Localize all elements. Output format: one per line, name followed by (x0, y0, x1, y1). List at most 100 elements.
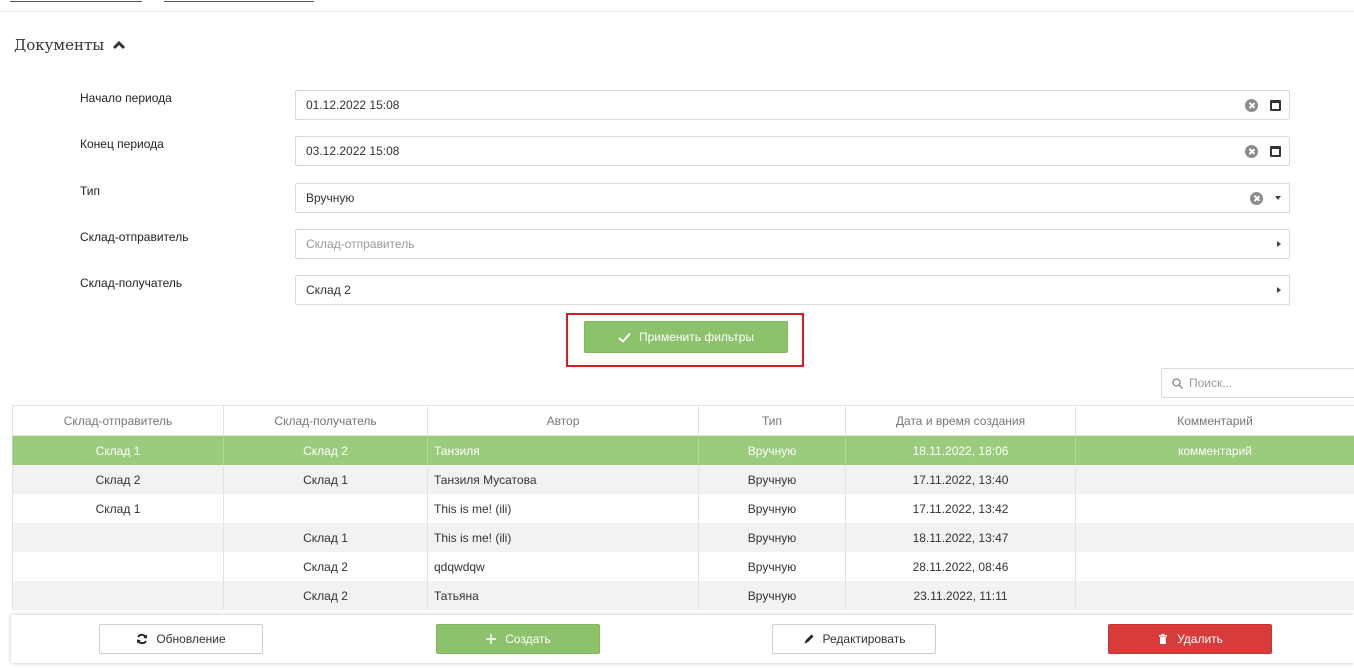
table-cell: Вручную (698, 523, 845, 552)
refresh-button[interactable]: Обновление (99, 624, 263, 654)
filter-row: Конец периода 03.12.2022 15:08 (0, 136, 1354, 166)
table-cell: 17.11.2022, 13:40 (845, 465, 1075, 494)
search-input[interactable]: Поиск... (1161, 368, 1354, 398)
bottom-toolbar: Обновление Создать Редактировать Удалить (11, 615, 1354, 663)
clear-icon[interactable] (1250, 191, 1263, 205)
filter-input[interactable]: Вручную (295, 183, 1290, 213)
column-header[interactable]: Склад-получатель (223, 406, 427, 435)
table-row[interactable]: Склад 1 This is me! (ili) Вручную 17.11.202… (12, 494, 1354, 523)
plus-icon (486, 634, 497, 644)
column-header[interactable]: Автор (427, 406, 698, 435)
table-cell: Татьяна (427, 581, 698, 610)
apply-filters-highlight: Применить фильтры (566, 313, 804, 367)
table-cell: Склад 1 (223, 523, 427, 552)
apply-filters-button[interactable]: Применить фильтры (584, 321, 788, 353)
table-row[interactable]: Склад 1 This is me! (ili) Вручную 18.11.202… (12, 523, 1354, 552)
delete-label: Удалить (1177, 632, 1223, 646)
table-cell (12, 552, 223, 581)
table-cell: 18.11.2022, 13:47 (845, 523, 1075, 552)
create-button[interactable]: Создать (436, 624, 600, 654)
filter-row: Склад-получатель Склад 2 (0, 275, 1354, 305)
filter-value: 01.12.2022 15:08 (306, 98, 400, 112)
search-icon (1172, 377, 1183, 389)
clear-icon[interactable] (1245, 144, 1258, 158)
filter-label: Тип (80, 184, 101, 198)
table-cell (223, 494, 427, 523)
refresh-label: Обновление (156, 632, 226, 646)
filter-controls (1277, 230, 1281, 258)
edit-label: Редактировать (822, 632, 906, 646)
breadcrumb-link[interactable] (164, 0, 314, 2)
documents-section-header[interactable]: Документы (14, 36, 126, 54)
caret-right-icon[interactable] (1277, 287, 1281, 293)
calendar-icon[interactable] (1270, 145, 1281, 157)
caret-right-icon[interactable] (1277, 241, 1281, 247)
table-cell: 18.11.2022, 18:06 (845, 436, 1075, 465)
delete-button[interactable]: Удалить (1108, 624, 1272, 654)
column-header[interactable]: Комментарий (1075, 406, 1354, 435)
section-title: Документы (14, 36, 105, 54)
table-cell: Склад 2 (223, 552, 427, 581)
filter-input[interactable]: Склад 2 (295, 275, 1290, 305)
filter-label: Склад-получатель (80, 276, 183, 290)
filter-row: Склад-отправитель Склад-отправитель (0, 229, 1354, 259)
filter-controls (1245, 91, 1281, 119)
trash-icon (1159, 633, 1168, 644)
column-header[interactable]: Тип (698, 406, 845, 435)
filter-controls (1250, 184, 1281, 212)
table-cell: Вручную (698, 552, 845, 581)
chevron-up-icon (113, 40, 126, 50)
table-cell: Склад 2 (223, 581, 427, 610)
table-cell (1075, 552, 1354, 581)
table-cell: Танзиля Мусатова (427, 465, 698, 494)
table-cell: Склад 1 (223, 465, 427, 494)
column-header[interactable]: Дата и время создания (845, 406, 1075, 435)
table-cell: qdqwdqw (427, 552, 698, 581)
table-cell: Вручную (698, 436, 845, 465)
search-placeholder: Поиск... (1189, 376, 1233, 390)
check-icon (618, 332, 631, 343)
edit-button[interactable]: Редактировать (772, 624, 936, 654)
table-cell: Вручную (698, 494, 845, 523)
table-body: Склад 1 Склад 2 Танзиля Вручную 18.11.2022, … (12, 436, 1354, 610)
table-cell: This is me! (ili) (427, 494, 698, 523)
table-cell: 17.11.2022, 13:42 (845, 494, 1075, 523)
table-cell (12, 581, 223, 610)
filter-row: Тип Вручную (0, 183, 1354, 213)
table-cell: This is me! (ili) (427, 523, 698, 552)
table-row[interactable]: Склад 2 qdqwdqw Вручную 28.11.2022, 08:46 (12, 552, 1354, 581)
column-header[interactable]: Склад-отправитель (12, 406, 223, 435)
refresh-icon (137, 633, 148, 645)
table-header: Склад-отправитель Склад-получатель Автор Ти… (12, 405, 1354, 436)
table-cell: 23.11.2022, 11:11 (845, 581, 1075, 610)
table-cell (1075, 465, 1354, 494)
filter-label: Склад-отправитель (80, 230, 189, 244)
filter-controls (1245, 137, 1281, 165)
filter-row: Начало периода 01.12.2022 15:08 (0, 90, 1354, 120)
table-cell: Склад 1 (12, 436, 223, 465)
table-cell: Склад 2 (12, 465, 223, 494)
table-cell (1075, 581, 1354, 610)
table-cell: Вручную (698, 581, 845, 610)
breadcrumb-link[interactable] (10, 0, 142, 2)
calendar-icon[interactable] (1270, 99, 1281, 111)
filter-value: Вручную (306, 191, 355, 205)
table-cell (1075, 523, 1354, 552)
caret-down-icon[interactable] (1275, 196, 1281, 200)
table-row[interactable]: Склад 2 Склад 1 Танзиля Мусатова Вручную 17.… (12, 465, 1354, 494)
clear-icon[interactable] (1245, 98, 1258, 112)
table-row[interactable]: Склад 2 Татьяна Вручную 23.11.2022, 11:11 (12, 581, 1354, 610)
table-cell (1075, 494, 1354, 523)
filter-input[interactable]: 03.12.2022 15:08 (295, 136, 1290, 166)
filter-input[interactable]: 01.12.2022 15:08 (295, 90, 1290, 120)
table-cell: 28.11.2022, 08:46 (845, 552, 1075, 581)
table-row[interactable]: Склад 1 Склад 2 Танзиля Вручную 18.11.2022, … (12, 436, 1354, 465)
filter-value: Склад 2 (306, 283, 351, 297)
table-cell (12, 523, 223, 552)
table-cell: Склад 1 (12, 494, 223, 523)
filter-label: Начало периода (80, 91, 172, 105)
apply-filters-label: Применить фильтры (638, 330, 755, 344)
documents-table: Склад-отправитель Склад-получатель Автор Ти… (12, 405, 1354, 610)
filter-input[interactable]: Склад-отправитель (295, 229, 1290, 259)
filter-placeholder: Склад-отправитель (306, 237, 415, 251)
